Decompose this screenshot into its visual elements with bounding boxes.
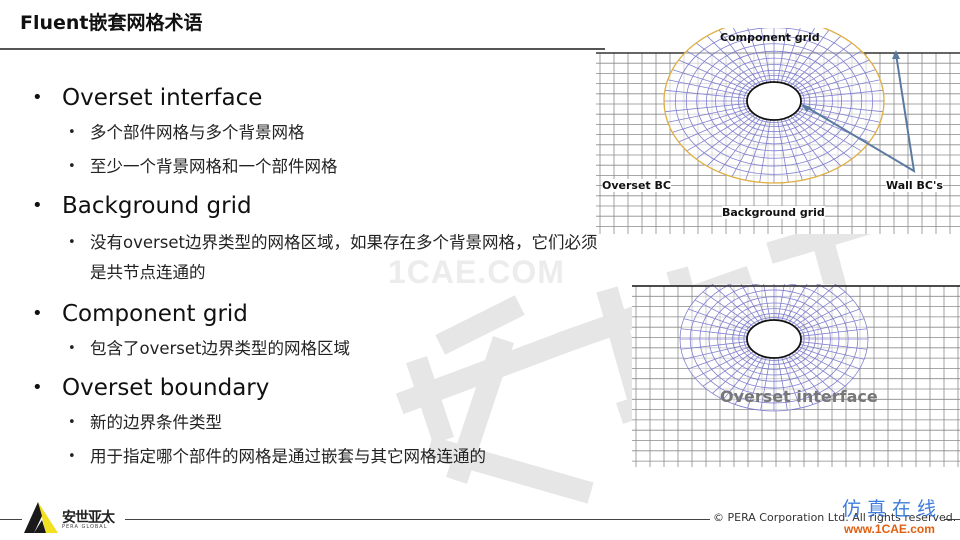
component-grid-label: Component grid [720,31,820,44]
overset-diagram-bottom: Overset interface [632,266,960,468]
overset-diagram-bottom-graphic [632,266,960,467]
site-watermark-cn: 仿真在线 [842,498,943,520]
pera-global-logo: 安世亚太 PERA GLOBAL [24,500,124,536]
footer-divider [125,519,710,520]
bullet-item: 包含了overset边界类型的网格区域 [30,336,630,362]
bullet-item: 新的边界条件类型 [30,410,630,436]
bullet-item: 没有overset边界类型的网格区域，如果存在多个背景网格，它们必须是共节点连通… [30,228,610,288]
overset-bc-label: Overset BC [602,179,671,192]
logo-text-en: PERA GLOBAL [62,524,108,530]
wall-body [746,319,802,359]
slide-title: Fluent嵌套网格术语 [20,12,203,34]
site-url: www.1CAE.com [844,522,935,536]
bullet-heading: Overset boundary [30,370,630,406]
background-grid-label: Background grid [722,206,825,219]
overset-interface-label: Overset interface [720,387,878,406]
footer-divider-left [0,519,22,520]
bullet-heading: Component grid [30,296,630,332]
bullet-item: 至少一个背景网格和一个部件网格 [30,154,630,180]
bullet-item: 用于指定哪个部件的网格是通过嵌套与其它网格连通的 [30,444,630,470]
bullet-item: 多个部件网格与多个背景网格 [30,120,630,146]
wall-body [746,81,802,121]
overset-diagram-top: Component grid Overset BC Wall BC's Back… [596,18,960,235]
wall-bcs-label: Wall BC's [886,179,943,192]
logo-triangle-icon [24,502,58,533]
bullet-heading: Background grid [30,188,630,224]
bullet-list: Overset interface 多个部件网格与多个背景网格 至少一个背景网格… [30,80,630,478]
overset-diagram-top-graphic [596,18,960,235]
bullet-heading: Overset interface [30,80,630,116]
title-divider [0,48,605,50]
